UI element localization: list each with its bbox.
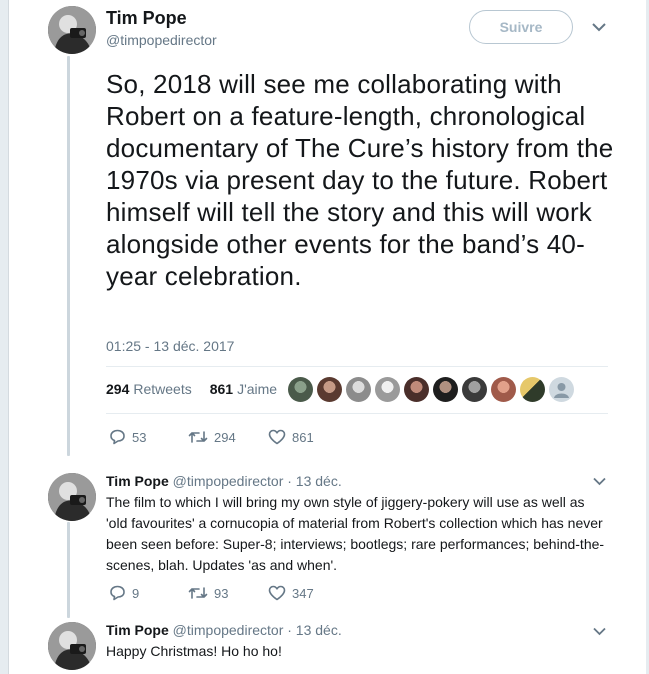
like-button[interactable]: 347 — [268, 585, 348, 601]
liker-avatar[interactable] — [346, 377, 371, 402]
chevron-down-icon[interactable] — [592, 22, 606, 32]
retweet-icon — [188, 430, 208, 444]
retweet-button[interactable]: 93 — [188, 586, 268, 601]
liker-avatar[interactable] — [375, 377, 400, 402]
author-handle[interactable]: @timpopedirector — [106, 32, 217, 48]
liker-avatar[interactable] — [317, 377, 342, 402]
liker-avatar[interactable] — [288, 377, 313, 402]
heart-icon — [268, 585, 286, 601]
divider — [106, 413, 608, 414]
author-name[interactable]: Tim Pope — [106, 8, 187, 29]
tweet-timestamp[interactable]: 01:25 - 13 déc. 2017 — [106, 338, 234, 354]
retweet-icon — [188, 586, 208, 600]
avatar[interactable] — [48, 6, 96, 54]
reply-text: The film to which I will bring my own st… — [106, 494, 605, 573]
likers-avatars — [288, 377, 574, 402]
reply-count: 53 — [132, 429, 147, 445]
author-handle[interactable]: @timpopedirector — [173, 473, 284, 489]
likes-count[interactable]: 861 — [210, 381, 233, 397]
retweet-count: 93 — [214, 585, 229, 601]
tweet-text: So, 2018 will see me collaborating with … — [106, 69, 614, 291]
author-name[interactable]: Tim Pope — [106, 473, 169, 489]
reply-icon — [108, 429, 126, 445]
author-name[interactable]: Tim Pope — [106, 622, 169, 638]
follow-button[interactable]: Suivre — [469, 10, 573, 44]
retweets-count[interactable]: 294 — [106, 381, 129, 397]
retweet-count: 294 — [214, 429, 236, 445]
reply-button[interactable]: 53 — [108, 429, 188, 445]
liker-avatar[interactable] — [462, 377, 487, 402]
like-count: 861 — [292, 429, 314, 445]
like-count: 347 — [292, 585, 314, 601]
thread-line — [67, 522, 70, 618]
avatar[interactable] — [48, 473, 96, 521]
retweets-label[interactable]: Retweets — [133, 381, 191, 397]
chevron-down-icon[interactable] — [593, 477, 606, 486]
like-button[interactable]: 861 — [268, 429, 348, 445]
avatar[interactable] — [48, 622, 96, 670]
tweet-actions: 53 294 861 — [108, 429, 348, 445]
liker-avatar[interactable] — [549, 377, 574, 402]
liker-avatar[interactable] — [433, 377, 458, 402]
reply-button[interactable]: 9 — [108, 585, 188, 601]
heart-icon — [268, 429, 286, 445]
reply-date[interactable]: · 13 déc. — [287, 622, 341, 638]
likes-label[interactable]: J'aime — [237, 381, 277, 397]
tweet-stats: 294 Retweets 861 J'aime — [106, 381, 277, 397]
liker-avatar[interactable] — [491, 377, 516, 402]
reply-header: Tim Pope @timpopedirector · 13 déc. — [106, 473, 342, 489]
thread-line — [67, 56, 70, 456]
tweet-actions: 9 93 347 — [108, 585, 348, 601]
reply-icon — [108, 585, 126, 601]
window-left-edge — [0, 0, 9, 674]
liker-avatar[interactable] — [520, 377, 545, 402]
reply-text: Happy Christmas! Ho ho ho! — [106, 643, 282, 659]
reply-date[interactable]: · 13 déc. — [287, 473, 341, 489]
divider — [106, 366, 608, 367]
retweet-button[interactable]: 294 — [188, 430, 268, 445]
reply-header: Tim Pope @timpopedirector · 13 déc. — [106, 622, 342, 638]
reply-count: 9 — [132, 585, 140, 601]
chevron-down-icon[interactable] — [593, 627, 606, 636]
liker-avatar[interactable] — [404, 377, 429, 402]
author-handle[interactable]: @timpopedirector — [173, 622, 284, 638]
